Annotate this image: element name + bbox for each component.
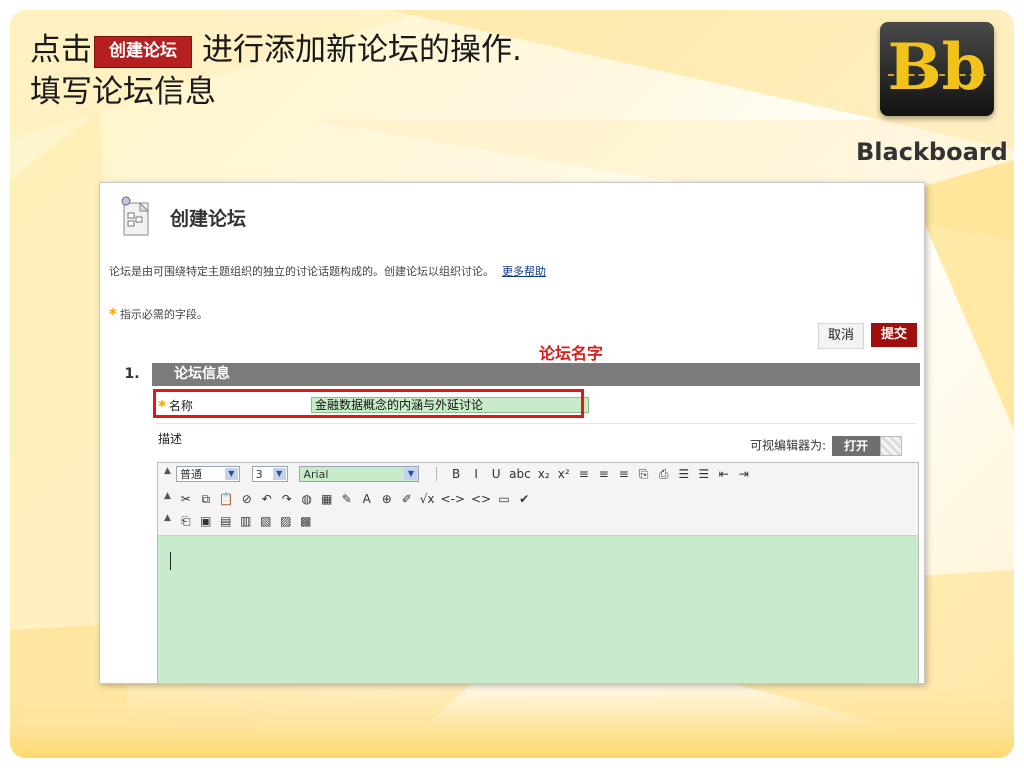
toolbar-row-2: ▲ ✂ ⧉ 📋 ⊘ ↶ ↷ ◍ ▦ ✎ A ⊕ ✐ √x <-> <> ▭ ✔ bbox=[164, 491, 534, 511]
instructions-text: 论坛是由可围绕特定主题组织的独立的讨论话题构成的。创建论坛以组织讨论。 bbox=[109, 265, 494, 278]
toolbar-separator bbox=[436, 467, 438, 481]
chevron-down-icon: ▼ bbox=[224, 468, 238, 480]
attach-icon[interactable]: ▥ bbox=[239, 513, 253, 529]
section-title: 论坛信息 bbox=[174, 366, 230, 382]
paragraph-style-value: 普通 bbox=[179, 468, 202, 481]
forum-page-icon bbox=[121, 196, 150, 236]
description-editor: ▲ 普通 ▼ 3 ▼ Arial ▼ B I Uabc x₂ x² ≡ ≡ ≡ ⎘ ⎙ ☰ ☰ ⇤ ⇥ ▲ ✂ ⧉… bbox=[157, 462, 919, 683]
required-star-icon: * bbox=[109, 305, 117, 323]
redo-icon[interactable]: ↷ bbox=[280, 491, 294, 507]
cancel-button[interactable]: 取消 bbox=[818, 323, 864, 349]
font-size-value: 3 bbox=[255, 468, 263, 481]
name-field-highlight-box bbox=[153, 389, 584, 418]
cut-icon[interactable]: ✂ bbox=[179, 491, 193, 507]
toolbar-collapse-icon[interactable]: ▲ bbox=[164, 466, 172, 476]
paste-format-icon[interactable]: ⎙ bbox=[657, 466, 671, 482]
description-field-label: 描述 bbox=[158, 432, 183, 446]
slide: 点击 创建论坛 进行添加新论坛的操作. 填写论坛信息 Bb Blackboard 创… bbox=[10, 10, 1014, 758]
page-title: 创建论坛 bbox=[170, 208, 247, 230]
anchor-icon[interactable]: <-> bbox=[441, 491, 465, 507]
mashup-icon[interactable]: ▧ bbox=[259, 513, 273, 529]
text-color-icon[interactable]: A bbox=[360, 491, 374, 507]
paste-word-icon[interactable]: ⎗ bbox=[179, 513, 193, 529]
html-icon[interactable]: ▩ bbox=[299, 513, 313, 529]
insert-icon[interactable]: ⊕ bbox=[380, 491, 394, 507]
submit-button[interactable]: 提交 bbox=[871, 323, 917, 347]
required-field-note: * 指示必需的字段。 bbox=[109, 305, 208, 323]
font-family-select[interactable]: Arial ▼ bbox=[299, 466, 420, 482]
section-header-forum-info: 1. 论坛信息 bbox=[112, 363, 920, 386]
font-family-value: Arial bbox=[303, 468, 329, 481]
font-size-select[interactable]: 3 ▼ bbox=[251, 466, 288, 482]
section-number: 1. bbox=[112, 363, 152, 386]
bold-icon[interactable]: B bbox=[449, 466, 463, 482]
logo-mark-text: Bb bbox=[887, 30, 987, 105]
more-help-link[interactable]: 更多帮助 bbox=[502, 265, 546, 278]
create-forum-inline-button: 创建论坛 bbox=[94, 36, 192, 68]
editor-toggle-label: 可视编辑器为: bbox=[750, 438, 827, 453]
page-instructions: 论坛是由可围绕特定主题组织的独立的讨论话题构成的。创建论坛以组织讨论。 更多帮助 bbox=[109, 263, 546, 279]
media-icon[interactable]: ▤ bbox=[219, 513, 233, 529]
toolbar-collapse-icon[interactable]: ▲ bbox=[164, 513, 172, 523]
italic-icon[interactable]: I bbox=[469, 466, 483, 482]
numbered-list-icon[interactable]: ☰ bbox=[677, 466, 691, 482]
bulleted-list-icon[interactable]: ☰ bbox=[697, 466, 711, 482]
logo-wordmark: Blackboard bbox=[856, 138, 1008, 166]
chevron-down-icon: ▼ bbox=[272, 468, 286, 480]
outdent-icon[interactable]: ⇤ bbox=[717, 466, 731, 482]
strikethrough-icon[interactable]: abc bbox=[509, 466, 531, 482]
paste-icon[interactable]: 📋 bbox=[219, 491, 234, 507]
paragraph-style-select[interactable]: 普通 ▼ bbox=[175, 466, 240, 482]
align-left-icon[interactable]: ≡ bbox=[577, 466, 591, 482]
undo-icon[interactable]: ↶ bbox=[260, 491, 274, 507]
subscript-icon[interactable]: x₂ bbox=[537, 466, 551, 482]
editor-toggle-on-button[interactable]: 打开 bbox=[832, 436, 881, 456]
insert-buttons: ⎗ ▣ ▤ ▥ ▧ ▨ ▩ bbox=[176, 513, 316, 529]
underline-icon[interactable]: U bbox=[489, 466, 503, 482]
toolbar-collapse-icon[interactable]: ▲ bbox=[164, 491, 172, 501]
pen-icon[interactable]: ✎ bbox=[340, 491, 354, 507]
superscript-icon[interactable]: x² bbox=[557, 466, 571, 482]
slide-footer-band bbox=[10, 688, 1014, 758]
editor-toolbar: ▲ 普通 ▼ 3 ▼ Arial ▼ B I Uabc x₂ x² ≡ ≡ ≡ ⎘ ⎙ ☰ ☰ ⇤ ⇥ ▲ ✂ ⧉… bbox=[158, 463, 918, 536]
clear-format-icon[interactable]: ⊘ bbox=[240, 491, 254, 507]
text-caret bbox=[170, 552, 171, 570]
visual-editor-toggle: 可视编辑器为: 打开 bbox=[750, 436, 903, 456]
indent-icon[interactable]: ⇥ bbox=[737, 466, 751, 482]
copy-format-icon[interactable]: ⎘ bbox=[637, 466, 651, 482]
required-note-text: 指示必需的字段。 bbox=[119, 308, 208, 321]
flash-icon[interactable]: ▨ bbox=[279, 513, 293, 529]
editor-text-area[interactable] bbox=[158, 536, 918, 683]
title-text-before: 点击 bbox=[30, 32, 92, 68]
toolbar-row-3: ▲ ⎗ ▣ ▤ ▥ ▧ ▨ ▩ bbox=[164, 513, 316, 533]
math-icon[interactable]: √x bbox=[420, 491, 435, 507]
spellcheck-icon[interactable]: ✔ bbox=[517, 491, 531, 507]
row-divider bbox=[156, 423, 916, 424]
slide-title-line-1: 点击 创建论坛 进行添加新论坛的操作. bbox=[30, 32, 522, 68]
highlight-icon[interactable]: ✐ bbox=[400, 491, 414, 507]
formatting-buttons: B I Uabc x₂ x² ≡ ≡ ≡ ⎘ ⎙ ☰ ☰ ⇤ ⇥ bbox=[446, 466, 754, 482]
copy-icon[interactable]: ⧉ bbox=[199, 491, 213, 507]
image-icon[interactable]: ▣ bbox=[199, 513, 213, 529]
align-center-icon[interactable]: ≡ bbox=[597, 466, 611, 482]
editor-toggle-off-button[interactable] bbox=[880, 436, 903, 456]
edit-buttons: ✂ ⧉ 📋 ⊘ ↶ ↷ ◍ ▦ ✎ A ⊕ ✐ √x <-> <> ▭ ✔ bbox=[176, 491, 534, 507]
code-icon[interactable]: <> bbox=[471, 491, 491, 507]
title-text-after: 进行添加新论坛的操作. bbox=[202, 32, 522, 68]
logo-mark: Bb bbox=[880, 22, 994, 116]
slide-title-line-2: 填写论坛信息 bbox=[30, 74, 216, 110]
chevron-down-icon: ▼ bbox=[404, 468, 418, 480]
box-icon[interactable]: ▭ bbox=[497, 491, 511, 507]
blackboard-logo: Bb Blackboard bbox=[856, 18, 1008, 178]
align-right-icon[interactable]: ≡ bbox=[617, 466, 631, 482]
toolbar-row-1: ▲ 普通 ▼ 3 ▼ Arial ▼ B I Uabc x₂ x² ≡ ≡ ≡ ⎘ ⎙ ☰ ☰ ⇤ ⇥ bbox=[164, 466, 754, 486]
table-icon[interactable]: ▦ bbox=[320, 491, 334, 507]
link-icon[interactable]: ◍ bbox=[300, 491, 314, 507]
annotation-forum-name: 论坛名字 bbox=[539, 344, 604, 363]
create-forum-panel: 创建论坛 论坛是由可围绕特定主题组织的独立的讨论话题构成的。创建论坛以组织讨论。… bbox=[99, 182, 925, 684]
